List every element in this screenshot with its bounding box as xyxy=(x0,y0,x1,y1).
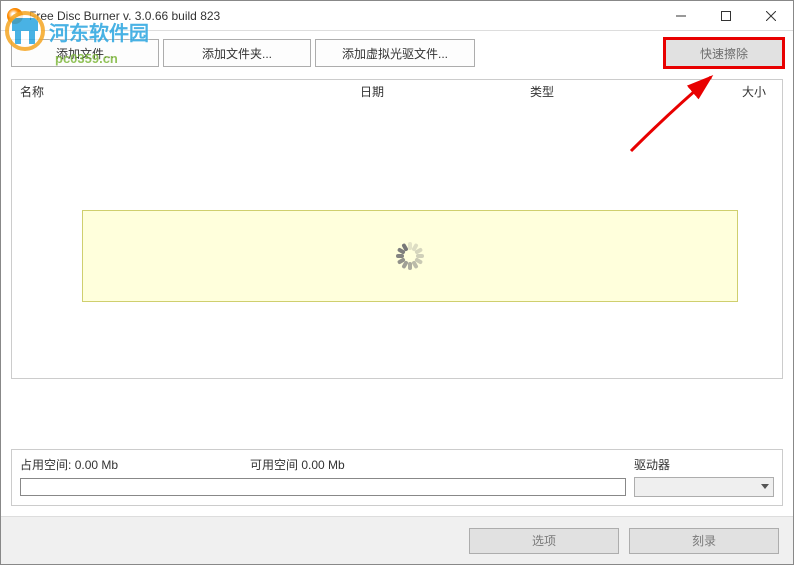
titlebar: Free Disc Burner v. 3.0.66 build 823 xyxy=(1,1,793,31)
drive-label: 驱动器 xyxy=(634,456,774,473)
space-info-panel: 占用空间: 0.00 Mb 可用空间 0.00 Mb 驱动器 xyxy=(11,449,783,506)
used-space-value: 0.00 Mb xyxy=(75,458,118,472)
drive-select[interactable] xyxy=(634,477,774,497)
column-size[interactable]: 大小 xyxy=(662,83,782,100)
loading-spinner-icon xyxy=(396,242,424,270)
toolbar: 添加文件... 添加文件夹... 添加虚拟光驱文件... 快速擦除 xyxy=(1,31,793,75)
free-space-label: 可用空间 0.00 Mb xyxy=(250,456,345,473)
space-progress-bar xyxy=(20,478,626,496)
add-folder-button[interactable]: 添加文件夹... xyxy=(163,39,311,67)
free-space-text: 可用空间 xyxy=(250,458,298,472)
app-icon xyxy=(7,8,23,24)
burn-button[interactable]: 刻录 xyxy=(629,528,779,554)
used-space-label: 占用空间: 0.00 Mb xyxy=(20,456,250,473)
column-type[interactable]: 类型 xyxy=(522,83,662,100)
quick-erase-button[interactable]: 快速擦除 xyxy=(665,39,783,67)
file-list: 名称 日期 类型 大小 xyxy=(11,79,783,379)
column-headers: 名称 日期 类型 大小 xyxy=(12,80,782,104)
loading-banner xyxy=(82,210,738,302)
window-title: Free Disc Burner v. 3.0.66 build 823 xyxy=(29,9,220,23)
maximize-button[interactable] xyxy=(703,1,748,31)
minimize-button[interactable] xyxy=(658,1,703,31)
chevron-down-icon xyxy=(761,484,769,490)
column-name[interactable]: 名称 xyxy=(12,83,352,100)
footer: 选项 刻录 xyxy=(1,516,793,564)
free-space-value: 0.00 Mb xyxy=(301,458,344,472)
add-virtual-drive-button[interactable]: 添加虚拟光驱文件... xyxy=(315,39,475,67)
used-space-text: 占用空间: xyxy=(20,458,71,472)
add-files-button[interactable]: 添加文件... xyxy=(11,39,159,67)
close-button[interactable] xyxy=(748,1,793,31)
column-date[interactable]: 日期 xyxy=(352,83,522,100)
options-button[interactable]: 选项 xyxy=(469,528,619,554)
